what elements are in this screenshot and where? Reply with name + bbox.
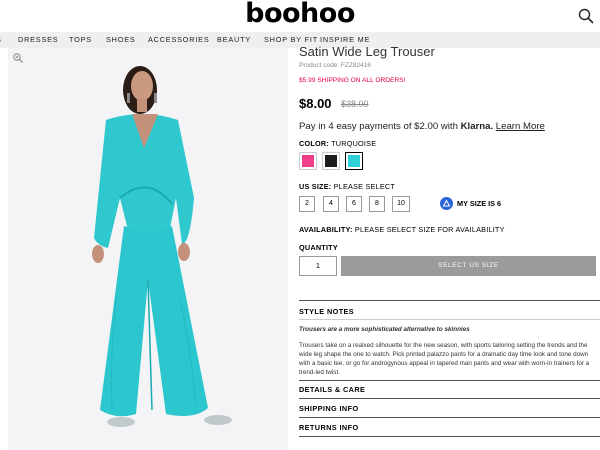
nav-item-dresses[interactable]: DRESSES — [18, 35, 58, 44]
availability-key: AVAILABILITY: — [299, 225, 353, 234]
size-option-10[interactable]: 10 — [392, 196, 410, 212]
size-key: US SIZE: — [299, 182, 332, 191]
nav-item-tops[interactable]: TOPS — [69, 35, 92, 44]
color-label: COLOR: TURQUOISE — [299, 139, 376, 148]
product-title: Satin Wide Leg Trouser — [299, 44, 435, 59]
original-price: $38.00 — [341, 99, 369, 109]
size-guide-icon — [440, 197, 453, 210]
size-option-4[interactable]: 4 — [323, 196, 339, 212]
shipping-info-heading[interactable]: SHIPPING INFO — [299, 404, 359, 413]
boohoo-logo[interactable]: boohoo — [0, 0, 600, 29]
size-value: PLEASE SELECT — [333, 182, 396, 191]
nav-item-shoes[interactable]: SHOES — [106, 35, 136, 44]
nav-item-inspire-me[interactable]: INSPIRE ME — [320, 35, 370, 44]
klarna-message: Pay in 4 easy payments of $2.00 with Kla… — [299, 121, 545, 132]
site-header: boohoo — [0, 0, 600, 32]
size-label: US SIZE: PLEASE SELECT — [299, 182, 395, 191]
nav-item-beauty[interactable]: BEAUTY — [217, 35, 251, 44]
klarna-brand: Klarna. — [460, 121, 494, 132]
quantity-input[interactable]: 1 — [299, 256, 337, 276]
divider — [299, 398, 600, 399]
select-size-button[interactable]: SELECT US SIZE — [341, 256, 596, 276]
size-option-8[interactable]: 8 — [369, 196, 385, 212]
current-price: $8.00 — [299, 96, 332, 111]
swatch-pink[interactable] — [299, 152, 317, 170]
divider — [299, 319, 600, 320]
model-illustration — [92, 66, 232, 427]
shipping-promo: $5.99 SHIPPING ON ALL ORDERS! — [299, 77, 406, 84]
size-option-2[interactable]: 2 — [299, 196, 315, 212]
product-code: Product code: FZZ82416 — [299, 62, 371, 69]
divider — [299, 380, 600, 381]
availability-label: AVAILABILITY: PLEASE SELECT SIZE FOR AVA… — [299, 225, 505, 234]
klarna-learn-more-link[interactable]: Learn More — [496, 121, 545, 132]
divider — [299, 300, 600, 301]
size-option-6[interactable]: 6 — [346, 196, 362, 212]
style-notes-lead: Trousers are a more sophisticated altern… — [299, 326, 470, 333]
style-notes-heading[interactable]: STYLE NOTES — [299, 307, 354, 316]
returns-info-heading[interactable]: RETURNS INFO — [299, 423, 359, 432]
divider — [299, 417, 600, 418]
search-icon[interactable] — [578, 8, 594, 24]
product-image[interactable] — [8, 48, 288, 450]
quantity-label: QUANTITY — [299, 243, 338, 252]
klarna-text: Pay in 4 easy payments of $2.00 with — [299, 121, 458, 132]
nav-item-shop-by-fit[interactable]: SHOP BY FIT — [264, 35, 318, 44]
nav-item-partial[interactable]: S — [0, 35, 2, 44]
color-value: TURQUOISE — [331, 139, 377, 148]
my-size-button[interactable]: MY SIZE IS 6 — [440, 197, 501, 210]
divider — [299, 436, 600, 437]
details-care-heading[interactable]: DETAILS & CARE — [299, 385, 365, 394]
swatch-black[interactable] — [322, 152, 340, 170]
style-notes-body: Trousers take on a realxed silhouette fo… — [299, 342, 590, 376]
availability-value: PLEASE SELECT SIZE FOR AVAILABILITY — [354, 225, 505, 234]
swatch-turquoise[interactable] — [345, 152, 363, 170]
nav-item-accessories[interactable]: ACCESSORIES — [148, 35, 210, 44]
color-key: COLOR: — [299, 139, 329, 148]
zoom-icon[interactable] — [12, 52, 24, 64]
my-size-label: MY SIZE IS 6 — [457, 199, 502, 208]
